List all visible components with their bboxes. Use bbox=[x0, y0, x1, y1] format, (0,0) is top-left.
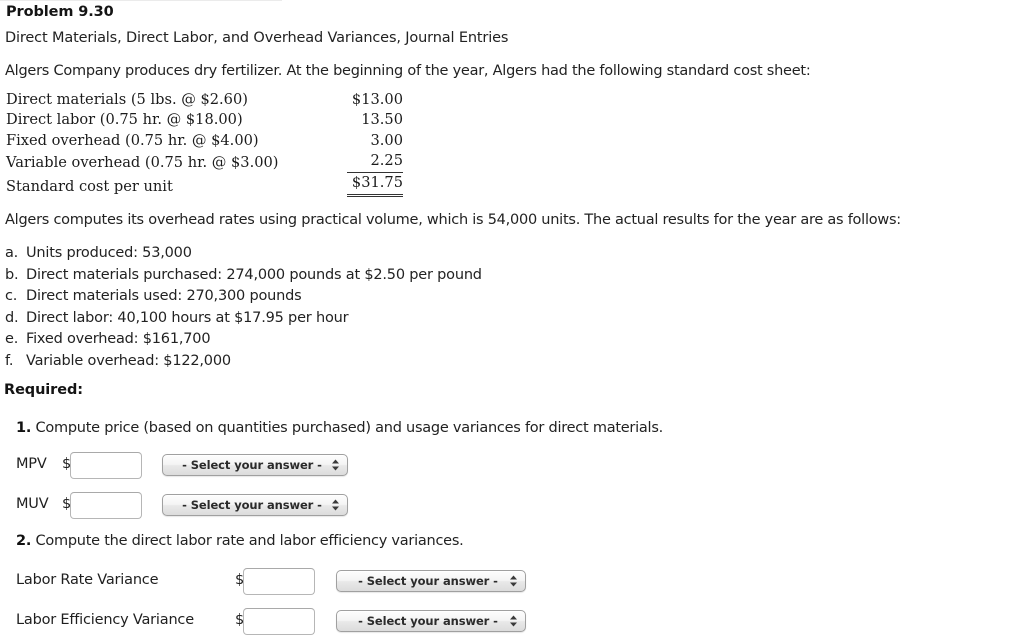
cost-sheet-amount-value: 13.50 bbox=[361, 111, 403, 129]
problem-page: Problem 9.30 Direct Materials, Direct La… bbox=[0, 0, 1024, 639]
mpv-label: MPV bbox=[16, 456, 47, 472]
list-item: e. Fixed overhead: $161,700 bbox=[5, 329, 482, 351]
page-title: Problem 9.30 bbox=[6, 4, 114, 20]
table-row: Direct materials (5 lbs. @ $2.60) $13.00 bbox=[6, 90, 403, 110]
chevron-up-down-icon bbox=[332, 459, 339, 471]
muv-label: MUV bbox=[16, 496, 49, 512]
list-item-marker: b. bbox=[5, 266, 19, 283]
page-subtitle: Direct Materials, Direct Labor, and Over… bbox=[5, 30, 509, 46]
cost-sheet-amount-value: 2.25 bbox=[347, 151, 403, 174]
list-item-marker: f. bbox=[5, 352, 14, 369]
muv-input[interactable] bbox=[70, 492, 142, 519]
table-row: Direct labor (0.75 hr. @ $18.00) 13.50 bbox=[6, 110, 403, 130]
list-item-marker: e. bbox=[5, 331, 19, 348]
list-item-marker: c. bbox=[5, 288, 18, 305]
list-item-text: Units produced: 53,000 bbox=[26, 245, 192, 261]
question-1-text: Compute price (based on quantities purch… bbox=[35, 420, 663, 436]
labor-rate-variance-select[interactable]: - Select your answer - bbox=[336, 570, 526, 592]
labor-rate-variance-select-label: - Select your answer - bbox=[358, 574, 498, 588]
list-item: b. Direct materials purchased: 274,000 po… bbox=[5, 265, 482, 287]
actual-results-list: a. Units produced: 53,000 b. Direct materi… bbox=[5, 243, 482, 373]
chevron-up-down-icon bbox=[332, 499, 339, 511]
mpv-input[interactable] bbox=[70, 452, 142, 479]
standard-cost-sheet: Direct materials (5 lbs. @ $2.60) $13.00… bbox=[6, 90, 406, 198]
labor-efficiency-variance-row: Labor Efficiency Variance $ - Select you… bbox=[0, 606, 540, 636]
list-item: a. Units produced: 53,000 bbox=[5, 243, 482, 265]
cost-sheet-amount-value: 3.00 bbox=[370, 131, 404, 149]
chevron-up-down-icon bbox=[510, 575, 517, 587]
table-row: Variable overhead (0.75 hr. @ $3.00) 2.2… bbox=[6, 151, 403, 174]
question-2: 2. Compute the direct labor rate and lab… bbox=[16, 533, 464, 549]
cost-sheet-amount-value: $13.00 bbox=[351, 91, 403, 108]
labor-rate-variance-label: Labor Rate Variance bbox=[16, 572, 159, 588]
question-1-number: 1. bbox=[16, 420, 32, 436]
cost-sheet-total-label: Standard cost per unit bbox=[6, 178, 173, 196]
chevron-up-down-icon bbox=[510, 615, 517, 627]
question-2-number: 2. bbox=[16, 533, 32, 549]
mpv-row: MPV $ - Select your answer - bbox=[0, 450, 360, 480]
cost-sheet-total-amount: $31.75 bbox=[335, 173, 403, 198]
labor-efficiency-variance-input[interactable] bbox=[243, 608, 315, 635]
list-item-text: Direct materials used: 270,300 pounds bbox=[26, 288, 302, 305]
top-divider bbox=[0, 0, 282, 1]
muv-select-label: - Select your answer - bbox=[182, 498, 322, 512]
muv-row: MUV $ - Select your answer - bbox=[0, 490, 360, 520]
intro-paragraph: Algers Company produces dry fertilizer. … bbox=[5, 63, 811, 79]
muv-select[interactable]: - Select your answer - bbox=[162, 494, 348, 516]
list-item: f. Variable overhead: $122,000 bbox=[5, 351, 482, 373]
cost-sheet-amount: $13.00 bbox=[335, 90, 403, 110]
table-row: Standard cost per unit $31.75 bbox=[6, 173, 403, 198]
mpv-select[interactable]: - Select your answer - bbox=[162, 454, 348, 476]
list-item-marker: a. bbox=[5, 245, 19, 261]
cost-sheet-amount: 2.25 bbox=[335, 151, 403, 174]
labor-rate-variance-row: Labor Rate Variance $ - Select your answ… bbox=[0, 566, 540, 596]
cost-sheet-label: Variable overhead (0.75 hr. @ $3.00) bbox=[6, 153, 279, 171]
list-item-text: Variable overhead: $122,000 bbox=[26, 352, 231, 369]
list-item-text: Direct materials purchased: 274,000 poun… bbox=[26, 266, 482, 283]
labor-efficiency-variance-select[interactable]: - Select your answer - bbox=[336, 610, 526, 632]
list-item: c. Direct materials used: 270,300 pounds bbox=[5, 286, 482, 308]
cost-sheet-amount: 13.50 bbox=[335, 110, 403, 130]
cost-sheet-label: Direct materials (5 lbs. @ $2.60) bbox=[6, 91, 248, 108]
cost-sheet-label: Direct labor (0.75 hr. @ $18.00) bbox=[6, 111, 243, 129]
practical-volume-paragraph: Algers computes its overhead rates using… bbox=[5, 212, 901, 228]
list-item-text: Direct labor: 40,100 hours at $17.95 per… bbox=[26, 309, 349, 326]
cost-sheet-label: Fixed overhead (0.75 hr. @ $4.00) bbox=[6, 131, 259, 149]
mpv-select-label: - Select your answer - bbox=[182, 458, 322, 472]
cost-sheet-amount: 3.00 bbox=[335, 131, 404, 151]
list-item: d. Direct labor: 40,100 hours at $17.95 p… bbox=[5, 308, 482, 330]
labor-efficiency-variance-label: Labor Efficiency Variance bbox=[16, 612, 194, 628]
table-row: Fixed overhead (0.75 hr. @ $4.00) 3.00 bbox=[6, 131, 403, 151]
labor-efficiency-variance-select-label: - Select your answer - bbox=[358, 614, 498, 628]
question-1: 1. Compute price (based on quantities pu… bbox=[16, 420, 663, 436]
list-item-marker: d. bbox=[5, 309, 19, 326]
cost-sheet-total-value: $31.75 bbox=[347, 173, 403, 198]
labor-rate-variance-input[interactable] bbox=[243, 568, 315, 595]
cost-sheet-table: Direct materials (5 lbs. @ $2.60) $13.00… bbox=[6, 90, 403, 198]
required-heading: Required: bbox=[4, 382, 83, 398]
question-2-text: Compute the direct labor rate and labor … bbox=[35, 533, 464, 549]
list-item-text: Fixed overhead: $161,700 bbox=[26, 331, 211, 348]
